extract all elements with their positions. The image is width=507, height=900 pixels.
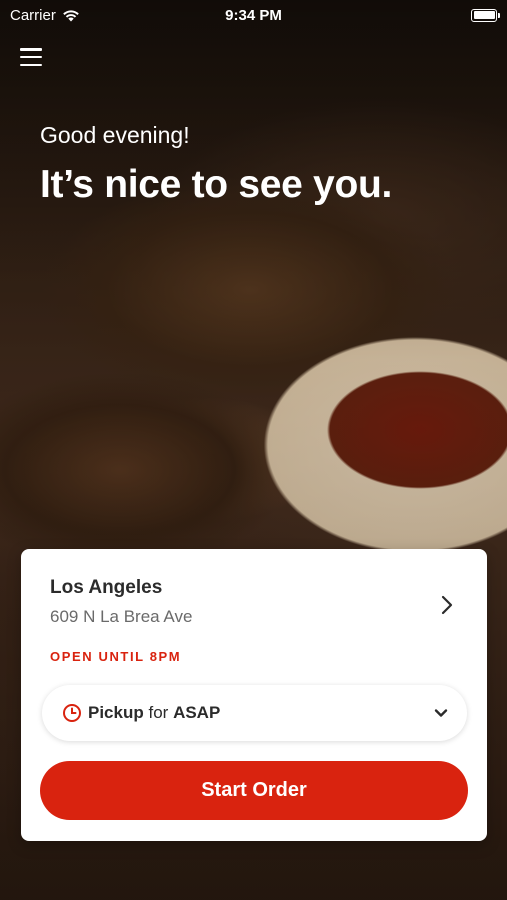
chevron-down-icon	[434, 709, 448, 717]
carrier-label: Carrier	[10, 6, 56, 24]
clock-icon	[63, 704, 81, 722]
pickup-connector: for	[148, 703, 169, 722]
hours-label: OPEN UNTIL 8PM	[50, 649, 182, 664]
pickup-mode: Pickup	[88, 703, 144, 722]
wifi-icon	[63, 9, 79, 21]
pickup-summary: Pickup for ASAP	[88, 703, 220, 723]
battery-icon	[471, 8, 500, 22]
status-left: Carrier	[10, 7, 80, 24]
greeting-text: Good evening!	[40, 122, 190, 148]
chevron-right-icon	[441, 595, 453, 615]
status-bar: Carrier 9:34 PM	[0, 0, 507, 30]
location-selector[interactable]: Los Angeles 609 N La Brea Ave	[50, 577, 467, 637]
location-card: Los Angeles 609 N La Brea Ave OPEN UNTIL…	[21, 549, 487, 841]
location-name: Los Angeles	[50, 577, 163, 598]
start-order-button[interactable]: Start Order	[40, 761, 468, 820]
location-address: 609 N La Brea Ave	[50, 607, 193, 626]
hamburger-menu-icon[interactable]	[18, 46, 44, 68]
pickup-time-selector[interactable]: Pickup for ASAP	[42, 685, 467, 741]
headline-text: It’s nice to see you.	[40, 163, 393, 206]
battery-fill	[473, 11, 495, 19]
pickup-time: ASAP	[173, 703, 221, 722]
